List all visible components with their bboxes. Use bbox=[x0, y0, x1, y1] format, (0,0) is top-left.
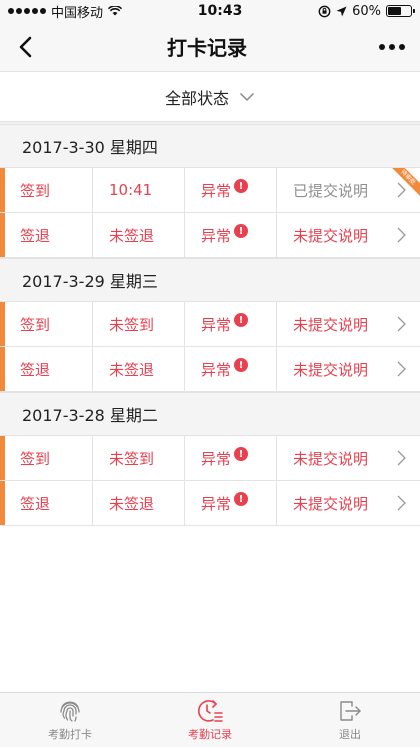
record-status-text: 异常 bbox=[201, 226, 232, 245]
chevron-right-icon bbox=[397, 227, 406, 243]
chevron-down-icon bbox=[239, 92, 255, 101]
orientation-lock-icon bbox=[318, 5, 331, 17]
record-time: 未签退 bbox=[93, 213, 185, 257]
chevron-left-icon bbox=[19, 36, 32, 57]
record-type: 签退 bbox=[0, 347, 93, 391]
record-status: 异常! bbox=[185, 168, 277, 212]
record-note: 未提交说明 bbox=[277, 481, 420, 525]
record-type: 签到 bbox=[0, 168, 93, 212]
tab-bar: 考勤打卡 考勤记录 退出 bbox=[0, 692, 420, 747]
more-dot-icon bbox=[399, 43, 405, 50]
tab-label: 退出 bbox=[339, 728, 361, 741]
fingerprint-icon bbox=[60, 701, 80, 722]
record-note-text: 未提交说明 bbox=[293, 226, 369, 245]
status-filter-label: 全部状态 bbox=[164, 88, 229, 108]
pending-ribbon-text: 待审批 bbox=[390, 168, 420, 198]
nav-bar: 打卡记录 bbox=[0, 22, 420, 72]
record-type: 签到 bbox=[0, 436, 93, 480]
record-row[interactable]: 签到 未签到 异常! 未提交说明 bbox=[0, 302, 420, 347]
record-note: 未提交说明 bbox=[277, 213, 420, 257]
location-arrow-icon bbox=[336, 6, 347, 16]
record-note-text: 未提交说明 bbox=[293, 360, 369, 379]
alert-icon: ! bbox=[234, 492, 249, 506]
record-time: 未签退 bbox=[93, 481, 185, 525]
record-row[interactable]: 签到 10:41 异常! 已提交说明 待审批 bbox=[0, 168, 420, 213]
record-row[interactable]: 签退 未签退 异常! 未提交说明 bbox=[0, 481, 420, 526]
alert-icon: ! bbox=[234, 313, 249, 327]
chevron-right-icon bbox=[397, 361, 406, 377]
record-time: 未签到 bbox=[93, 302, 185, 346]
status-bar: 中国移动 10:43 60% bbox=[0, 0, 420, 22]
record-note-text: 未提交说明 bbox=[293, 315, 369, 334]
tab-clock-in[interactable]: 考勤打卡 bbox=[0, 693, 140, 747]
page-title: 打卡记录 bbox=[167, 36, 247, 60]
alert-icon: ! bbox=[234, 358, 249, 372]
wifi-icon bbox=[108, 6, 123, 16]
tab-label: 考勤打卡 bbox=[48, 728, 92, 741]
status-filter-dropdown[interactable]: 全部状态 bbox=[0, 72, 420, 122]
record-status-text: 异常 bbox=[201, 181, 232, 200]
record-type: 签退 bbox=[0, 213, 93, 257]
record-row[interactable]: 签到 未签到 异常! 未提交说明 bbox=[0, 436, 420, 481]
day-header: 2017-3-28 星期二 bbox=[0, 392, 420, 436]
record-status: 异常! bbox=[185, 213, 277, 257]
record-status: 异常! bbox=[185, 481, 277, 525]
record-time: 未签到 bbox=[93, 436, 185, 480]
status-time: 10:43 bbox=[197, 3, 243, 19]
record-row[interactable]: 签退 未签退 异常! 未提交说明 bbox=[0, 347, 420, 392]
record-status: 异常! bbox=[185, 302, 277, 346]
chevron-right-icon bbox=[397, 316, 406, 332]
chevron-right-icon bbox=[397, 495, 406, 511]
more-dot-icon bbox=[379, 43, 385, 50]
chevron-right-icon bbox=[397, 450, 406, 466]
record-row[interactable]: 签退 未签退 异常! 未提交说明 bbox=[0, 213, 420, 258]
clock-list-icon bbox=[198, 700, 223, 722]
record-time: 10:41 bbox=[93, 168, 185, 212]
record-time: 未签退 bbox=[93, 347, 185, 391]
record-status: 异常! bbox=[185, 347, 277, 391]
record-status-text: 异常 bbox=[201, 449, 232, 468]
record-status-text: 异常 bbox=[201, 494, 232, 513]
day-header: 2017-3-29 星期三 bbox=[0, 258, 420, 302]
record-note: 未提交说明 bbox=[277, 302, 420, 346]
carrier-name: 中国移动 bbox=[51, 5, 104, 21]
battery-icon bbox=[386, 5, 415, 17]
record-list: 2017-3-30 星期四 签到 10:41 异常! 已提交说明 待审批 签退 未签退 异常! 未… bbox=[0, 124, 420, 526]
more-dot-icon bbox=[389, 43, 395, 50]
alert-icon: ! bbox=[234, 179, 249, 193]
record-note-text: 未提交说明 bbox=[293, 494, 369, 513]
record-status-text: 异常 bbox=[201, 360, 232, 379]
tab-exit[interactable]: 退出 bbox=[280, 693, 420, 747]
back-button[interactable] bbox=[10, 32, 40, 62]
alert-icon: ! bbox=[234, 224, 249, 238]
exit-icon bbox=[340, 701, 361, 721]
day-header: 2017-3-30 星期四 bbox=[0, 124, 420, 168]
record-type: 签退 bbox=[0, 481, 93, 525]
tab-label: 考勤记录 bbox=[188, 728, 232, 741]
battery-percent: 60% bbox=[352, 3, 381, 19]
alert-icon: ! bbox=[234, 447, 249, 461]
record-status-text: 异常 bbox=[201, 315, 232, 334]
record-note: 未提交说明 bbox=[277, 436, 420, 480]
more-button[interactable] bbox=[374, 32, 410, 62]
record-note-text: 已提交说明 bbox=[293, 181, 369, 200]
record-type: 签到 bbox=[0, 302, 93, 346]
record-note: 未提交说明 bbox=[277, 347, 420, 391]
record-note-text: 未提交说明 bbox=[293, 449, 369, 468]
record-status: 异常! bbox=[185, 436, 277, 480]
pending-ribbon: 待审批 bbox=[390, 168, 420, 198]
signal-icon bbox=[8, 8, 46, 14]
tab-records[interactable]: 考勤记录 bbox=[140, 693, 280, 747]
